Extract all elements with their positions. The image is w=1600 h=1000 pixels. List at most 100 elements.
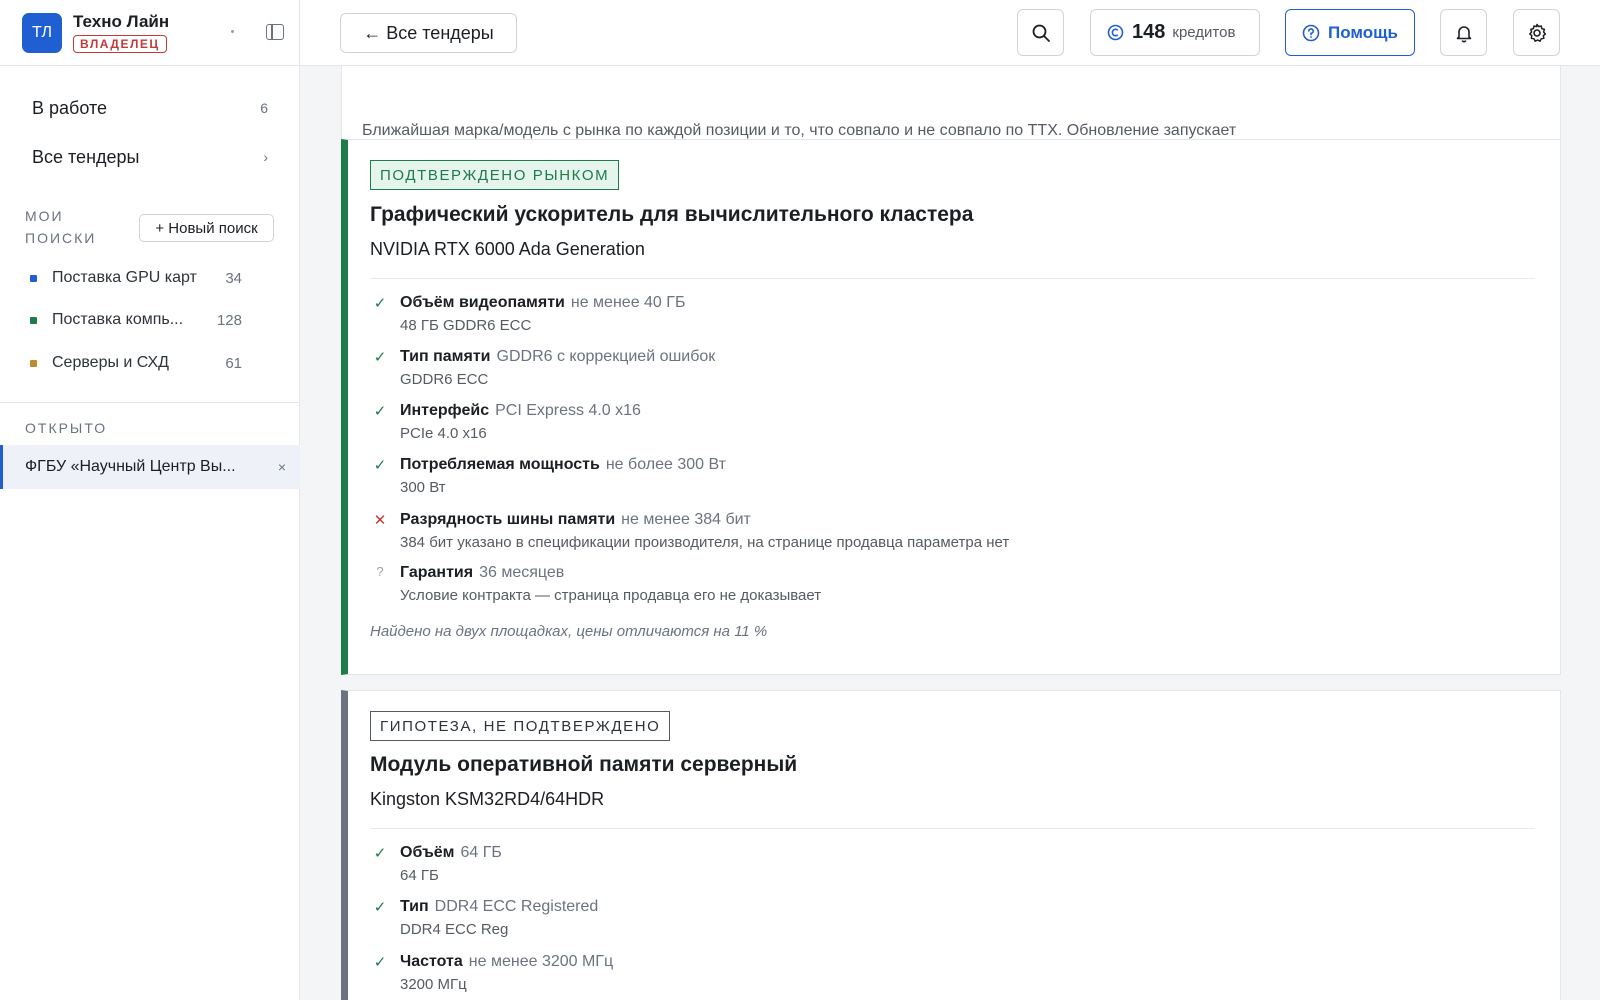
spec-found: 384 бит указано в спецификации производи… — [400, 534, 1010, 551]
status-badge: ПОДТВЕРЖДЕНО РЫНКОМ — [370, 160, 620, 190]
spec-found: 64 ГБ — [400, 867, 439, 884]
saved-search-count: 128 — [216, 311, 242, 329]
spec-header: Гарантия 36 месяцев — [400, 564, 564, 582]
position-card: ПОДТВЕРЖДЕНО РЫНКОМ Графический ускорите… — [341, 139, 1561, 675]
spec-header: Разрядность шины памяти не менее 384 бит — [400, 511, 751, 529]
my-searches-label: МОИ ПОИСКИ — [25, 205, 96, 249]
chevron-right-icon: › — [263, 149, 268, 165]
help-circle-icon — [1302, 24, 1320, 41]
spec-header: Потребляемая мощность не более 300 Вт — [400, 456, 726, 474]
main-content: Ближайшая марка/модель с рынка по каждой… — [300, 66, 1600, 1000]
sidebar-divider — [0, 402, 300, 403]
saved-search-item[interactable]: Серверы и СХД 61 — [0, 346, 300, 380]
saved-search-item[interactable]: Поставка компь... 128 — [0, 303, 300, 337]
spec-header: Объём видеопамяти не менее 40 ГБ — [400, 294, 685, 312]
spec-found: GDDR6 ECC — [400, 371, 489, 388]
spec-name: Объём — [400, 844, 455, 861]
spec-requirement: не менее 3200 МГц — [468, 953, 614, 970]
nav-item-in-work[interactable]: В работе 6 — [0, 88, 300, 128]
status-badge: ГИПОТЕЗА, НЕ ПОДТВЕРЖДЕНО — [370, 711, 671, 741]
saved-search-item[interactable]: Поставка GPU карт 34 — [0, 261, 300, 295]
search-button[interactable] — [1017, 9, 1064, 56]
spec-requirement: 64 ГБ — [460, 844, 502, 861]
search-icon — [1032, 24, 1050, 42]
spec-requirement: не более 300 Вт — [605, 456, 726, 473]
top-bar: ← Все тендеры 148 кредитов Помощь — [300, 0, 1600, 66]
nav-item-count: 6 — [260, 100, 268, 116]
org-menu-dot[interactable] — [231, 30, 234, 33]
color-marker — [30, 317, 37, 324]
org-header[interactable]: ТЛ Техно Лайн ВЛАДЕЛЕЦ — [0, 0, 299, 66]
opened-label: ОТКРЫТО — [25, 420, 108, 436]
spec-found: 48 ГБ GDDR6 ECC — [400, 317, 532, 334]
back-to-tenders-button[interactable]: ← Все тендеры — [340, 13, 517, 53]
spec-header: Тип DDR4 ECC Registered — [400, 898, 598, 916]
credits-count: 148 — [1132, 21, 1166, 43]
org-avatar: ТЛ — [22, 12, 62, 53]
spec-name: Частота — [400, 953, 463, 970]
check-icon: ✓ — [373, 349, 387, 366]
help-label: Помощь — [1328, 22, 1398, 42]
spec-found: 300 Вт — [400, 479, 446, 496]
spec-requirement: PCI Express 4.0 x16 — [495, 402, 641, 419]
position-model: NVIDIA RTX 6000 Ada Generation — [370, 239, 645, 259]
spec-header: Частота не менее 3200 МГц — [400, 953, 613, 971]
spec-name: Гарантия — [400, 564, 474, 581]
question-icon: ? — [376, 564, 384, 579]
nav-item-label: В работе — [32, 97, 108, 118]
color-marker — [30, 275, 37, 282]
coin-icon — [1107, 24, 1124, 41]
settings-button[interactable] — [1513, 9, 1560, 56]
check-icon: ✓ — [373, 899, 387, 916]
role-badge: ВЛАДЕЛЕЦ — [73, 35, 167, 53]
spec-name: Объём видеопамяти — [400, 294, 565, 311]
spec-name: Потребляемая мощность — [400, 456, 600, 473]
org-info: Техно Лайн ВЛАДЕЛЕЦ — [73, 12, 169, 53]
new-search-button[interactable]: + Новый поиск — [139, 214, 274, 242]
cross-icon: ✕ — [373, 512, 387, 529]
card-note: Найдено на двух площадках, цены отличают… — [370, 623, 768, 640]
position-model: Kingston KSM32RD4/64HDR — [370, 789, 605, 809]
sidebar-toggle-icon[interactable] — [266, 24, 284, 40]
spec-found: DDR4 ECC Reg — [400, 921, 509, 938]
sidebar: ТЛ Техно Лайн ВЛАДЕЛЕЦ В работе 6 Все те… — [0, 0, 300, 1000]
org-name: Техно Лайн — [73, 12, 170, 31]
position-title: Модуль оперативной памяти серверный — [370, 753, 798, 776]
spec-requirement: не менее 384 бит — [621, 511, 751, 528]
credits-indicator[interactable]: 148 кредитов — [1090, 9, 1260, 56]
card-divider — [370, 278, 1535, 279]
spec-requirement: 36 месяцев — [479, 564, 565, 581]
close-icon[interactable]: × — [278, 459, 286, 475]
spec-requirement: DDR4 ECC Registered — [434, 898, 599, 915]
position-title: Графический ускоритель для вычислительно… — [370, 203, 974, 226]
check-icon: ✓ — [373, 845, 387, 862]
check-icon: ✓ — [373, 457, 387, 474]
opened-tender-label: ФГБУ «Научный Центр Вы... — [25, 458, 236, 475]
position-card: ГИПОТЕЗА, НЕ ПОДТВЕРЖДЕНО Модуль операти… — [341, 690, 1561, 1000]
saved-search-label: Серверы и СХД — [52, 354, 169, 371]
my-searches-label-line2: ПОИСКИ — [25, 230, 97, 246]
spec-header: Объём 64 ГБ — [400, 844, 502, 862]
nav-item-all-tenders[interactable]: Все тендеры › — [0, 137, 300, 177]
opened-tender-tab[interactable]: ФГБУ «Научный Центр Вы... × — [0, 445, 300, 489]
spec-requirement: не менее 40 ГБ — [570, 294, 686, 311]
nav-item-label: Все тендеры — [32, 146, 140, 167]
saved-search-label: Поставка GPU карт — [52, 269, 197, 286]
saved-search-label: Поставка компь... — [52, 311, 184, 328]
saved-search-count: 34 — [225, 269, 242, 287]
gear-icon — [1528, 23, 1546, 42]
spec-name: Тип памяти — [400, 348, 491, 365]
check-icon: ✓ — [373, 954, 387, 971]
check-icon: ✓ — [373, 295, 387, 312]
credits-unit: кредитов — [1172, 24, 1236, 41]
spec-requirement: GDDR6 с коррекцией ошибок — [496, 348, 716, 365]
spec-header: Тип памяти GDDR6 с коррекцией ошибок — [400, 348, 715, 366]
saved-search-count: 61 — [225, 354, 242, 372]
my-searches-label-line1: МОИ — [25, 208, 64, 224]
spec-name: Тип — [400, 898, 429, 915]
notifications-button[interactable] — [1440, 9, 1487, 56]
spec-header: Интерфейс PCI Express 4.0 x16 — [400, 402, 641, 420]
help-button[interactable]: Помощь — [1285, 9, 1415, 56]
spec-found: Условие контракта — страница продавца ег… — [400, 587, 822, 604]
spec-found: 3200 МГц — [400, 976, 467, 993]
